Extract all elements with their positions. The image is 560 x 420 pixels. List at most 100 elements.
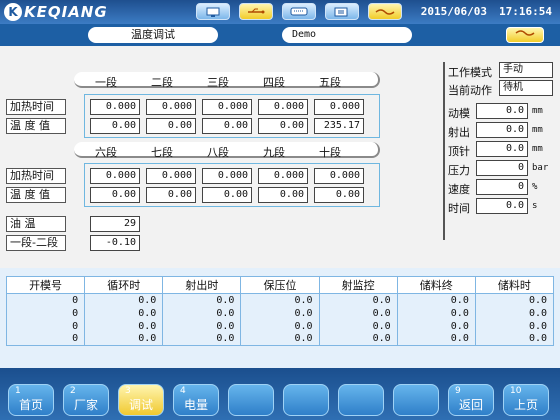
keyboard-icon[interactable] — [282, 3, 316, 20]
top-header: K KEQIANG 2015/06/03 17:16:54 — [0, 0, 560, 24]
temp-value-9[interactable]: 0.00 — [258, 187, 308, 203]
nav-label: 首页 — [18, 398, 43, 412]
status-label: 动模 — [448, 107, 470, 120]
table-cell: 0.0 — [396, 332, 476, 346]
nav-blank-button[interactable] — [283, 384, 329, 416]
heat-time-4[interactable]: 0.000 — [258, 99, 308, 115]
status-unit: % — [532, 182, 538, 192]
nav-number: 9 — [455, 386, 461, 396]
status-unit: mm — [532, 106, 543, 116]
nav-number: 4 — [180, 386, 186, 396]
nav-manufacturer-button[interactable]: 2 厂家 — [63, 384, 109, 416]
table-cell: 0.0 — [240, 319, 320, 333]
handshake-icon[interactable] — [506, 27, 544, 43]
table-cell: 0.0 — [162, 293, 242, 307]
table-cell: 0 — [5, 332, 86, 346]
nav-prev-page-button[interactable]: 10 上页 — [503, 384, 549, 416]
heat-time-label: 加热时间 — [6, 99, 66, 115]
col-header: 六段 — [95, 146, 117, 159]
heat-time-5[interactable]: 0.000 — [314, 99, 364, 115]
cycle-monitor-panel: 开模号 循环时 射出时 保压位 射监控 储料终 储料时 0 0.0 0.0 0.… — [0, 268, 560, 368]
table-row: 0 0.0 0.0 0.0 0.0 0.0 0.0 — [5, 332, 555, 346]
date-text: 2015/06/03 — [420, 5, 488, 18]
book-icon[interactable] — [325, 3, 359, 20]
temp-value-4[interactable]: 0.00 — [258, 118, 308, 134]
heat-time-1[interactable]: 0.000 — [90, 99, 140, 115]
vertical-divider — [443, 62, 445, 240]
nav-blank-button[interactable] — [393, 384, 439, 416]
table-cell: 0.0 — [318, 319, 398, 333]
temp-value-5[interactable]: 235.17 — [314, 118, 364, 134]
col-header: 一段 — [95, 76, 117, 89]
cycle-monitor-table: 开模号 循环时 射出时 保压位 射监控 储料终 储料时 0 0.0 0.0 0.… — [5, 276, 555, 346]
table-cell: 0.0 — [84, 319, 164, 333]
table-cell: 0.0 — [162, 332, 242, 346]
table-cell: 0.0 — [318, 293, 398, 307]
brand-logo: K KEQIANG — [4, 2, 108, 22]
temp-value-2[interactable]: 0.00 — [146, 118, 196, 134]
oil-temp-value: 29 — [90, 216, 140, 232]
temp-value-7[interactable]: 0.00 — [146, 187, 196, 203]
table-cell: 0.0 — [162, 319, 242, 333]
nav-label: 厂家 — [73, 398, 98, 412]
table-cell: 0.0 — [474, 332, 555, 346]
col-header: 五段 — [319, 76, 341, 89]
status-value: 0.0 — [476, 141, 528, 157]
temperature-label: 温 度 值 — [6, 187, 66, 203]
col-header: 七段 — [151, 146, 173, 159]
heat-time-2[interactable]: 0.000 — [146, 99, 196, 115]
nav-label: 上页 — [513, 398, 538, 412]
table-cell: 0 — [5, 293, 86, 307]
heat-time-10[interactable]: 0.000 — [314, 168, 364, 184]
col-header: 四段 — [263, 76, 285, 89]
heat-time-6[interactable]: 0.000 — [90, 168, 140, 184]
heat-time-8[interactable]: 0.000 — [202, 168, 252, 184]
table-header: 射出时 — [162, 276, 242, 294]
temp-value-3[interactable]: 0.00 — [202, 118, 252, 134]
col-header: 二段 — [151, 76, 173, 89]
screen-icon[interactable] — [196, 3, 230, 20]
current-action-value: 待机 — [499, 80, 553, 96]
nav-number: 2 — [70, 386, 76, 396]
status-label: 顶针 — [448, 145, 470, 158]
table-cell: 0 — [5, 306, 86, 320]
nav-number: 3 — [125, 386, 131, 396]
table-cell: 0.0 — [240, 332, 320, 346]
status-unit: s — [532, 201, 538, 211]
page-title: 温度调试 — [88, 27, 218, 43]
segment-diff-value: -0.10 — [90, 235, 140, 251]
nav-back-button[interactable]: 9 返回 — [448, 384, 494, 416]
nav-blank-button[interactable] — [338, 384, 384, 416]
heat-time-7[interactable]: 0.000 — [146, 168, 196, 184]
temp-value-10[interactable]: 0.00 — [314, 187, 364, 203]
table-header: 储料时 — [474, 276, 555, 294]
temp-value-1[interactable]: 0.00 — [90, 118, 140, 134]
table-cell: 0.0 — [318, 306, 398, 320]
table-cell: 0 — [5, 319, 86, 333]
time-text: 17:16:54 — [499, 5, 552, 18]
temp-value-8[interactable]: 0.00 — [202, 187, 252, 203]
heat-time-3[interactable]: 0.000 — [202, 99, 252, 115]
usb-icon[interactable] — [239, 3, 273, 20]
mold-name: Demo — [282, 27, 412, 43]
nav-home-button[interactable]: 1 首页 — [8, 384, 54, 416]
temperature-label: 温 度 值 — [6, 118, 66, 134]
table-header: 开模号 — [5, 276, 86, 294]
heat-time-label: 加热时间 — [6, 168, 66, 184]
nav-debug-button[interactable]: 3 调试 — [118, 384, 164, 416]
col-header: 九段 — [263, 146, 285, 159]
nav-label: 电量 — [183, 398, 208, 412]
table-cell: 0.0 — [396, 293, 476, 307]
nav-power-button[interactable]: 4 电量 — [173, 384, 219, 416]
status-value: 0 — [476, 179, 528, 195]
handshake-icon[interactable] — [368, 3, 402, 20]
work-mode-value: 手动 — [499, 62, 553, 78]
nav-blank-button[interactable] — [228, 384, 274, 416]
heat-time-9[interactable]: 0.000 — [258, 168, 308, 184]
status-unit: bar — [532, 163, 549, 173]
temp-value-6[interactable]: 0.00 — [90, 187, 140, 203]
table-cell: 0.0 — [162, 306, 242, 320]
table-header: 储料终 — [396, 276, 476, 294]
header-toolbar — [196, 3, 411, 20]
table-cell: 0.0 — [240, 293, 320, 307]
